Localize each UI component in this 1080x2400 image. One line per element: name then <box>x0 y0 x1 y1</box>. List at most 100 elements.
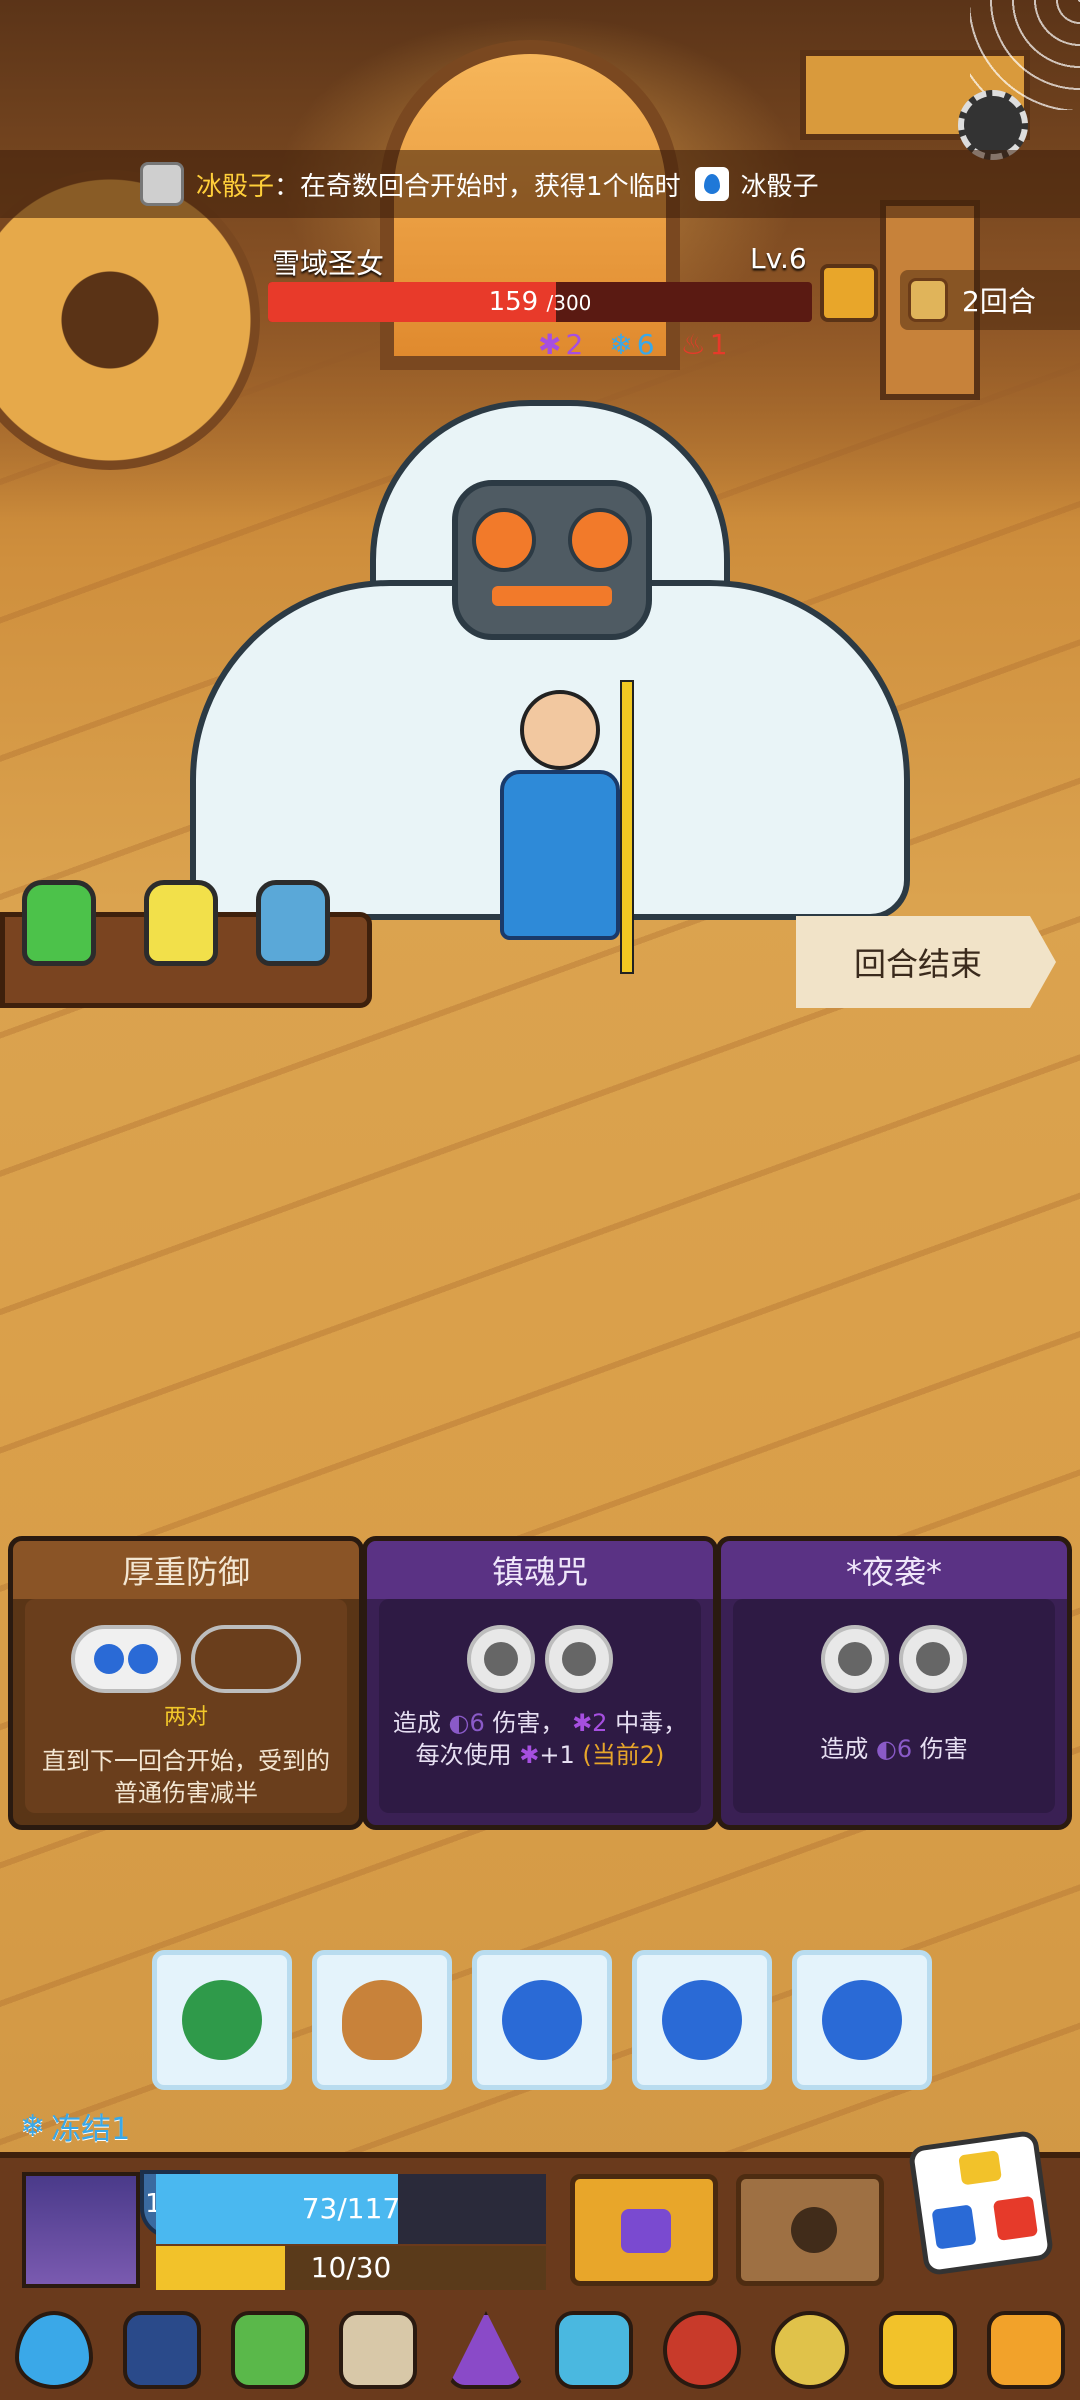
status-poison: ✱ 2 <box>538 328 583 361</box>
enemy-hp-max: /300 <box>546 291 592 315</box>
pair-slot-empty <box>191 1625 301 1693</box>
pair-slot-filled <box>71 1625 181 1693</box>
cape-icon[interactable] <box>123 2311 201 2389</box>
frozen-die[interactable] <box>472 1950 612 2090</box>
card-night-raid[interactable]: *夜袭* 造成 ◐6 伤害 <box>716 1536 1072 1830</box>
priestess-dress <box>500 770 620 940</box>
scroll-icon <box>908 278 948 322</box>
dice-face-yellow <box>958 2150 1002 2186</box>
player-avatar[interactable] <box>22 2172 140 2288</box>
freeze-label: 冻结1 <box>51 2112 131 2147</box>
lock-dice-button[interactable] <box>570 2174 718 2286</box>
enemy-name: 雪域圣女 <box>272 247 385 280</box>
card-body: 造成 ◐6 伤害 <box>733 1599 1055 1813</box>
ice-mask-icon[interactable] <box>555 2311 633 2389</box>
snowflake-icon: ❄ <box>20 2108 46 2144</box>
flask-icon[interactable] <box>447 2311 525 2389</box>
poison-icon: ✱ <box>572 1709 593 1737</box>
relic-name: 冰骰子 <box>196 171 275 202</box>
glove-icon[interactable] <box>987 2311 1065 2389</box>
crown-icon[interactable] <box>879 2311 957 2389</box>
green-potion-icon[interactable] <box>22 880 96 966</box>
seed-icon <box>342 1980 422 2060</box>
fire-icon: ♨ <box>680 328 706 361</box>
dice-slot <box>899 1625 967 1693</box>
current-value: (当前2) <box>582 1741 665 1769</box>
bomb-icon <box>791 2207 837 2253</box>
card-soul-curse[interactable]: 镇魂咒 造成 ◐6 伤害， ✱2 中毒，每次使用 ✱+1 (当前2) <box>362 1536 718 1830</box>
frozen-die[interactable] <box>792 1950 932 2090</box>
dice-face-red <box>992 2195 1039 2241</box>
poison-icon: ✱ <box>538 328 562 361</box>
snowflake-icon: ❄ <box>609 328 633 361</box>
enemy-hp-text: 159 /300 <box>268 282 812 322</box>
card-title: *夜袭* <box>721 1541 1067 1599</box>
ice-dice-icon <box>140 162 184 206</box>
card-dice-slots <box>733 1625 1055 1693</box>
desc-text: 伤害， <box>492 1709 565 1737</box>
yeti-eye-left <box>472 508 536 572</box>
card-heavy-defense[interactable]: 厚重防御 两对 直到下一回合开始，受到的普通伤害减半 <box>8 1536 364 1830</box>
desc-text: 造成 <box>820 1735 869 1763</box>
blueberry-icon <box>822 1980 902 2060</box>
card-description: 造成 ◐6 伤害 <box>733 1733 1055 1765</box>
water-drop-icon[interactable] <box>15 2311 93 2389</box>
snow-priestess-sprite[interactable] <box>470 600 650 980</box>
frozen-die[interactable] <box>152 1950 292 2090</box>
relic-info-bar: 冰骰子 ： 在奇数回合开始时，获得1个临时 冰骰子 <box>0 150 1080 218</box>
blue-potion-icon[interactable] <box>256 880 330 966</box>
player-energy-bar: 10/30 <box>156 2246 546 2290</box>
card-body: 两对 直到下一回合开始，受到的普通伤害减半 <box>25 1599 347 1813</box>
priestess-head <box>520 690 600 770</box>
compass-icon[interactable] <box>771 2311 849 2389</box>
poison-value: 2 <box>565 328 584 361</box>
enemy-level: Lv.6 <box>750 242 807 275</box>
damage-value: 6 <box>896 1735 913 1763</box>
hammer-icon[interactable] <box>339 2311 417 2389</box>
roll-dice-button[interactable] <box>907 2129 1055 2277</box>
increment-value: +1 <box>539 1741 575 1769</box>
player-energy-text: 10/30 <box>310 2251 392 2284</box>
blueberry-icon <box>128 1644 158 1674</box>
card-description: 造成 ◐6 伤害， ✱2 中毒，每次使用 ✱+1 (当前2) <box>379 1707 701 1771</box>
card-title: 厚重防御 <box>13 1541 359 1599</box>
round-counter: 2回合 <box>900 270 1080 330</box>
dice-slot-icon <box>484 1642 518 1676</box>
end-turn-label: 回合结束 <box>854 945 983 983</box>
bracelet-icon[interactable] <box>663 2311 741 2389</box>
card-body: 造成 ◐6 伤害， ✱2 中毒，每次使用 ✱+1 (当前2) <box>379 1599 701 1813</box>
inspect-magnifier-button[interactable] <box>820 264 878 322</box>
moon-damage-icon: ◐ <box>875 1735 897 1763</box>
frozen-die[interactable] <box>312 1950 452 2090</box>
card-dice-slots <box>25 1625 347 1693</box>
rolled-dice-row <box>152 1950 932 2090</box>
desc-text: 伤害 <box>919 1735 968 1763</box>
card-title: 镇魂咒 <box>367 1541 713 1599</box>
watermelon-icon <box>182 1980 262 2060</box>
water-drop-icon <box>694 167 729 201</box>
blueberry-icon <box>502 1980 582 2060</box>
yellow-potion-icon[interactable] <box>144 880 218 966</box>
end-turn-button[interactable]: 回合结束 <box>796 916 1056 1008</box>
status-freeze: ❄ 6 <box>609 328 654 361</box>
burn-value: 1 <box>709 328 728 361</box>
status-burn: ♨ 1 <box>681 328 728 361</box>
enemy-hp-current: 159 <box>488 287 539 317</box>
enemy-status-effects: ✱ 2 ❄ 6 ♨ 1 <box>538 328 728 361</box>
desc-text: 造成 <box>392 1709 441 1737</box>
reroll-bomb-button[interactable] <box>736 2174 884 2286</box>
relic-reward-name: 冰骰子 <box>740 171 819 202</box>
moon-damage-icon: ◐ <box>448 1709 470 1737</box>
dice-slot-icon <box>838 1642 872 1676</box>
grass-icon[interactable] <box>231 2311 309 2389</box>
poison-icon: ✱ <box>519 1741 540 1769</box>
frozen-die[interactable] <box>632 1950 772 2090</box>
player-hp-text: 73/117 <box>301 2192 401 2225</box>
round-text: 2回合 <box>962 285 1036 318</box>
poison-value: 2 <box>592 1709 608 1737</box>
dice-slot <box>545 1625 613 1693</box>
card-description: 直到下一回合开始，受到的普通伤害减半 <box>42 1747 330 1807</box>
enemy-hp-bar: 159 /300 <box>268 282 812 322</box>
relic-inventory-bar <box>0 2300 1080 2400</box>
dice-slot-icon <box>562 1642 596 1676</box>
